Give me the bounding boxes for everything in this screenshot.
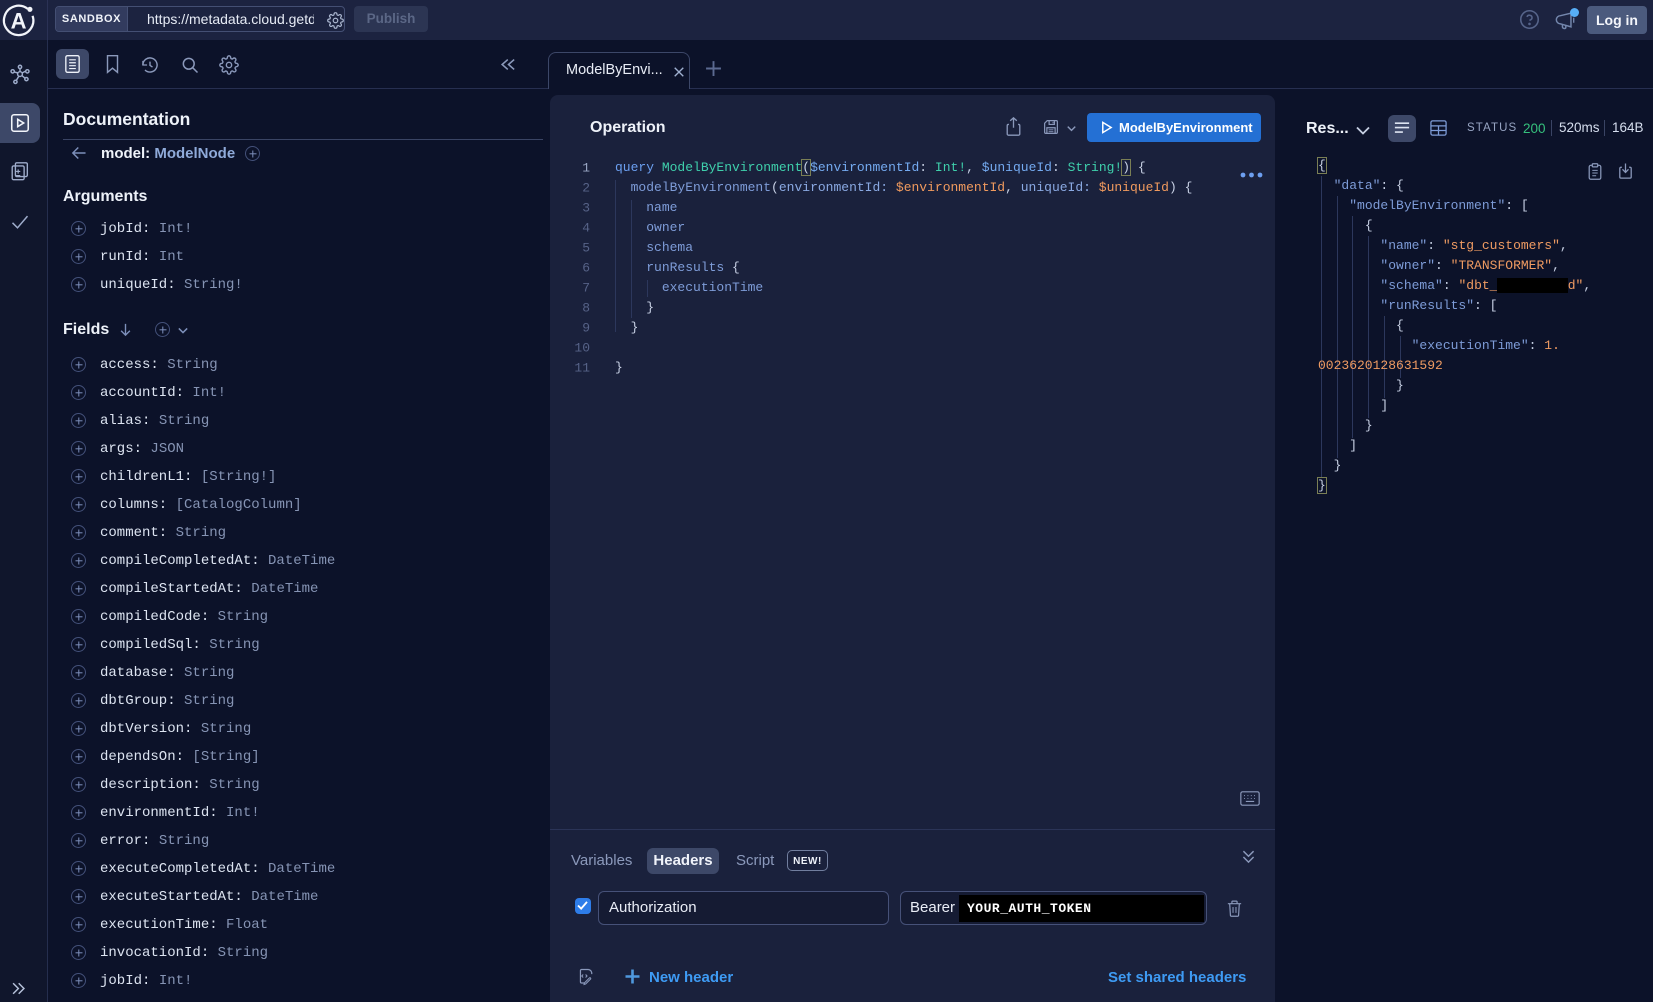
svg-text:A: A [11,9,27,34]
